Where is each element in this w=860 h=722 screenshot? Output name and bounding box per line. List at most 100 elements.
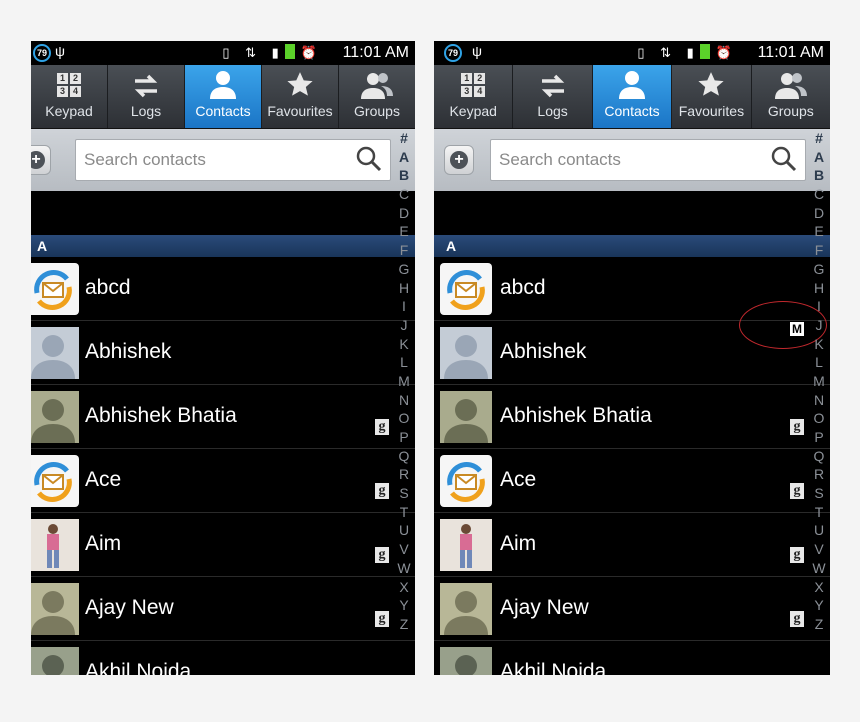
- alphabet-index[interactable]: # A B C D E F G H I J K L M N O P Q R S T U V W X Y Z: [393, 129, 415, 675]
- contact-avatar[interactable]: [31, 327, 79, 379]
- index-letter[interactable]: A: [808, 148, 830, 167]
- index-letter[interactable]: I: [393, 297, 415, 316]
- index-letter[interactable]: D: [808, 204, 830, 223]
- index-letter[interactable]: P: [808, 428, 830, 447]
- sync-avatar-icon[interactable]: [31, 263, 79, 315]
- tab-favourites[interactable]: Favourites: [672, 65, 752, 128]
- contact-row[interactable]: Ace g: [434, 449, 830, 513]
- contact-avatar[interactable]: [31, 647, 79, 675]
- tab-logs[interactable]: Logs: [108, 65, 185, 128]
- tab-contacts[interactable]: Contacts: [185, 65, 262, 128]
- index-letter[interactable]: #: [393, 129, 415, 148]
- index-letter[interactable]: V: [808, 540, 830, 559]
- index-letter[interactable]: L: [808, 353, 830, 372]
- contact-photo[interactable]: [31, 519, 79, 571]
- add-contact-button[interactable]: +: [31, 145, 51, 175]
- index-letter[interactable]: Z: [393, 615, 415, 634]
- tab-keypad[interactable]: 12 34 Keypad: [31, 65, 108, 128]
- index-letter[interactable]: X: [393, 578, 415, 597]
- contact-row[interactable]: Aim g: [31, 513, 415, 577]
- index-letter[interactable]: W: [393, 559, 415, 578]
- contact-avatar[interactable]: [31, 583, 79, 635]
- add-contact-button[interactable]: +: [444, 145, 474, 175]
- sync-avatar-icon[interactable]: [440, 455, 492, 507]
- contact-photo[interactable]: [440, 519, 492, 571]
- index-letter[interactable]: F: [808, 241, 830, 260]
- contact-row[interactable]: Aim g: [434, 513, 830, 577]
- index-letter[interactable]: D: [393, 204, 415, 223]
- index-letter[interactable]: A: [393, 148, 415, 167]
- index-letter[interactable]: K: [808, 335, 830, 354]
- index-letter[interactable]: U: [393, 521, 415, 540]
- index-letter[interactable]: E: [808, 222, 830, 241]
- contact-row[interactable]: Ajay New g: [434, 577, 830, 641]
- index-letter[interactable]: R: [393, 465, 415, 484]
- index-letter[interactable]: X: [808, 578, 830, 597]
- index-letter[interactable]: Q: [808, 447, 830, 466]
- index-letter[interactable]: B: [808, 166, 830, 185]
- index-letter[interactable]: G: [393, 260, 415, 279]
- index-letter[interactable]: H: [393, 279, 415, 298]
- index-letter[interactable]: U: [808, 521, 830, 540]
- index-letter[interactable]: O: [393, 409, 415, 428]
- contact-avatar[interactable]: [31, 391, 79, 443]
- index-letter[interactable]: J: [393, 316, 415, 335]
- index-letter[interactable]: M: [808, 372, 830, 391]
- contact-avatar[interactable]: [440, 391, 492, 443]
- search-icon[interactable]: [771, 146, 797, 172]
- index-letter[interactable]: S: [808, 484, 830, 503]
- index-letter[interactable]: R: [808, 465, 830, 484]
- search-input[interactable]: [76, 140, 338, 180]
- search-input[interactable]: [491, 140, 753, 180]
- index-letter[interactable]: Y: [393, 596, 415, 615]
- index-letter[interactable]: #: [808, 129, 830, 148]
- tab-groups[interactable]: Groups: [752, 65, 830, 128]
- contact-row[interactable]: abcd: [31, 257, 415, 321]
- index-letter[interactable]: K: [393, 335, 415, 354]
- sync-avatar-icon[interactable]: [440, 263, 492, 315]
- index-letter[interactable]: E: [393, 222, 415, 241]
- index-letter[interactable]: J: [808, 316, 830, 335]
- index-letter[interactable]: N: [808, 391, 830, 410]
- contact-avatar[interactable]: [440, 583, 492, 635]
- index-letter[interactable]: F: [393, 241, 415, 260]
- tab-groups[interactable]: Groups: [339, 65, 415, 128]
- tab-keypad[interactable]: 12 34 Keypad: [434, 65, 514, 128]
- index-letter[interactable]: C: [393, 185, 415, 204]
- contact-row[interactable]: Abhishek Bhatia g: [31, 385, 415, 449]
- contact-row[interactable]: Akhil Noidag: [434, 641, 830, 675]
- sync-avatar-icon[interactable]: [31, 455, 79, 507]
- tab-contacts[interactable]: Contacts: [592, 65, 673, 128]
- tab-logs[interactable]: Logs: [513, 65, 593, 128]
- contact-row[interactable]: Ajay New g: [31, 577, 415, 641]
- index-letter[interactable]: C: [808, 185, 830, 204]
- contact-avatar[interactable]: [440, 647, 492, 675]
- search-box[interactable]: [490, 139, 806, 181]
- index-letter[interactable]: Z: [808, 615, 830, 634]
- index-letter[interactable]: M: [393, 372, 415, 391]
- index-letter[interactable]: Q: [393, 447, 415, 466]
- index-letter[interactable]: O: [808, 409, 830, 428]
- index-letter[interactable]: P: [393, 428, 415, 447]
- contact-row[interactable]: Akhil Noidag: [31, 641, 415, 675]
- index-letter[interactable]: L: [393, 353, 415, 372]
- index-letter[interactable]: B: [393, 166, 415, 185]
- index-letter[interactable]: T: [393, 503, 415, 522]
- index-letter[interactable]: S: [393, 484, 415, 503]
- tab-favourites[interactable]: Favourites: [262, 65, 339, 128]
- contact-avatar[interactable]: [440, 327, 492, 379]
- search-box[interactable]: [75, 139, 391, 181]
- index-letter[interactable]: W: [808, 559, 830, 578]
- alphabet-index[interactable]: # A B C D E F G H I J K L M N O P Q R S T U V W X Y Z: [808, 129, 830, 675]
- index-letter[interactable]: Y: [808, 596, 830, 615]
- index-letter[interactable]: G: [808, 260, 830, 279]
- contact-row[interactable]: Abhishek Bhatia g: [434, 385, 830, 449]
- index-letter[interactable]: I: [808, 297, 830, 316]
- index-letter[interactable]: T: [808, 503, 830, 522]
- contact-row[interactable]: Abhishek: [31, 321, 415, 385]
- index-letter[interactable]: N: [393, 391, 415, 410]
- search-icon[interactable]: [356, 146, 382, 172]
- index-letter[interactable]: H: [808, 279, 830, 298]
- contact-row[interactable]: Ace g: [31, 449, 415, 513]
- index-letter[interactable]: V: [393, 540, 415, 559]
